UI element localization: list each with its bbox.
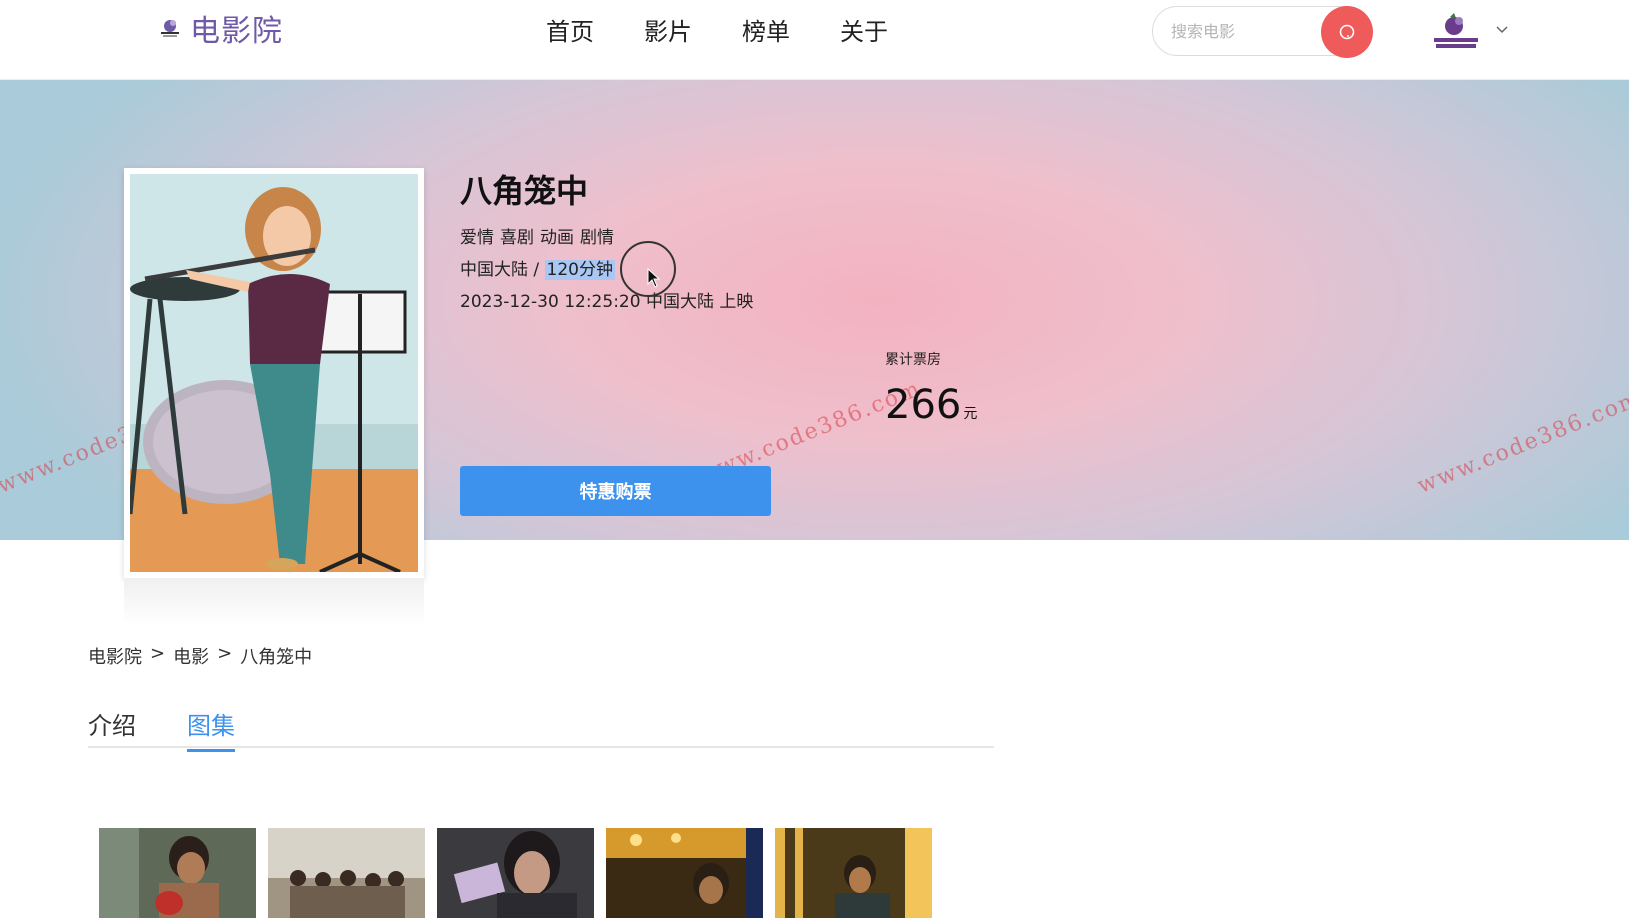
movie-genres: 爱情 喜剧 动画 剧情 — [460, 223, 614, 248]
photo-gallery — [99, 828, 932, 918]
gallery-thumbnail[interactable] — [775, 828, 932, 918]
box-office-unit: 元 — [963, 406, 978, 422]
search-box — [1152, 6, 1373, 58]
still-image — [437, 828, 594, 918]
watermark-text: www.code386.com — [1414, 386, 1629, 499]
nav-home[interactable]: 首页 — [546, 12, 594, 47]
breadcrumb-movies[interactable]: 电影 — [173, 643, 209, 669]
detail-tabs: 介绍 图集 — [88, 706, 994, 752]
nav-movies[interactable]: 影片 — [644, 12, 692, 47]
nav-about[interactable]: 关于 — [840, 12, 888, 47]
genre-tag: 动画 — [540, 228, 574, 248]
meta-separator: / — [533, 260, 540, 280]
still-image — [775, 828, 932, 918]
movie-meta: 中国大陆 / 120分钟 — [460, 255, 615, 280]
still-image — [268, 828, 425, 918]
search-icon — [1339, 24, 1355, 40]
poster-reflection — [124, 578, 424, 626]
search-button[interactable] — [1321, 6, 1373, 58]
buy-ticket-button[interactable]: 特惠购票 — [460, 466, 771, 516]
movie-title: 八角笼中 — [460, 172, 589, 210]
movie-release-info: 2023-12-30 12:25:20 中国大陆 上映 — [460, 292, 754, 312]
movie-poster — [124, 168, 424, 578]
box-office-value: 266 元 — [885, 382, 977, 428]
mouse-cursor-icon — [647, 268, 661, 288]
site-logo[interactable]: 电影院 — [158, 8, 283, 49]
still-image — [99, 828, 256, 918]
breadcrumb-separator: > — [150, 643, 166, 664]
gallery-thumbnail[interactable] — [437, 828, 594, 918]
top-header: 电影院 首页 影片 榜单 关于 — [0, 0, 1629, 80]
breadcrumb-separator: > — [217, 643, 233, 664]
genre-tag: 剧情 — [580, 228, 614, 248]
user-avatar[interactable] — [1430, 12, 1482, 52]
logo-text: 电影院 — [190, 14, 283, 49]
tab-intro[interactable]: 介绍 — [88, 706, 136, 749]
movie-region: 中国大陆 — [460, 260, 528, 280]
gallery-thumbnail[interactable] — [606, 828, 763, 918]
tab-gallery[interactable]: 图集 — [187, 706, 235, 752]
box-office-label: 累计票房 — [885, 352, 941, 368]
genre-tag: 爱情 — [460, 228, 494, 248]
main-nav: 首页 影片 榜单 关于 — [546, 12, 888, 47]
logo-icon — [161, 20, 179, 37]
breadcrumb: 电影院 > 电影 > 八角笼中 — [88, 643, 312, 669]
genre-tag: 喜剧 — [500, 228, 534, 248]
poster-image — [130, 174, 418, 572]
nav-rankings[interactable]: 榜单 — [742, 12, 790, 47]
movie-duration: 120分钟 — [544, 260, 615, 280]
breadcrumb-current: 八角笼中 — [240, 647, 313, 668]
search-input[interactable] — [1171, 7, 1311, 55]
still-image — [606, 828, 763, 918]
gallery-thumbnail[interactable] — [99, 828, 256, 918]
breadcrumb-home[interactable]: 电影院 — [88, 643, 142, 669]
gallery-thumbnail[interactable] — [268, 828, 425, 918]
chevron-down-icon[interactable] — [1494, 22, 1510, 38]
box-office-number: 266 — [885, 382, 962, 428]
